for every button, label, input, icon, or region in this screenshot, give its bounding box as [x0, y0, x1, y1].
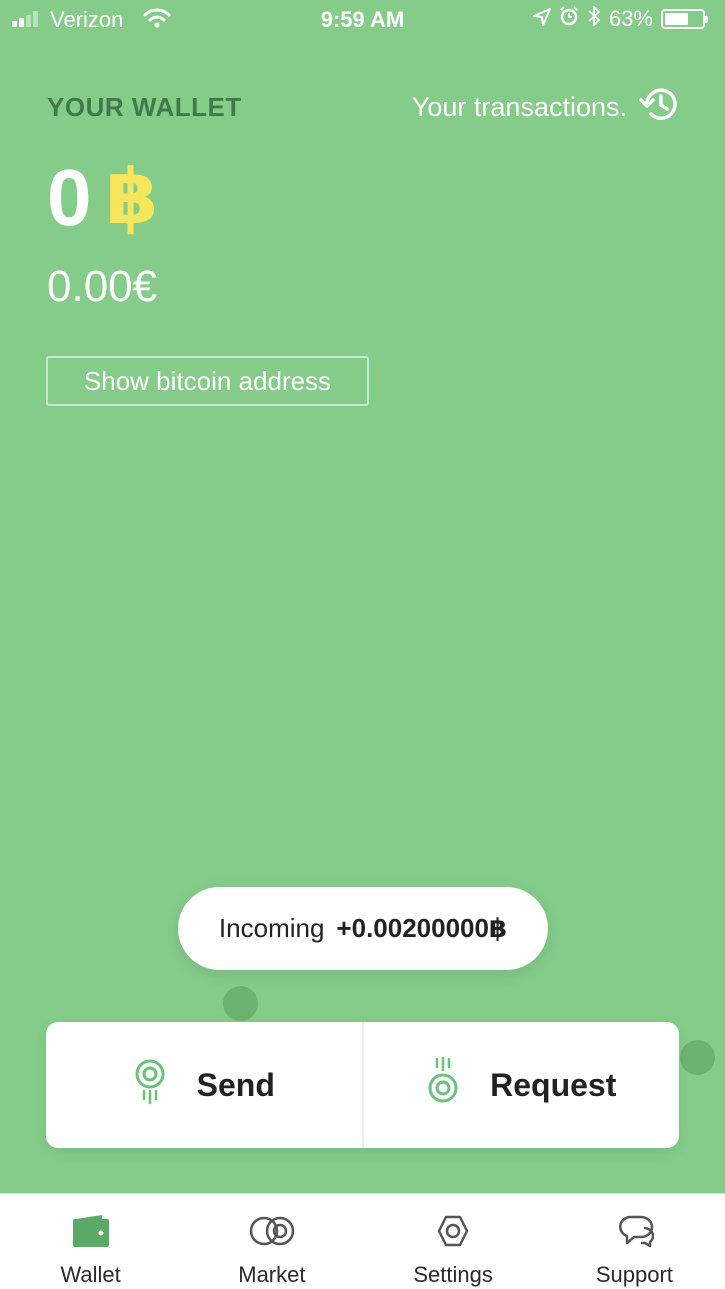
battery-percent: 63% — [608, 6, 653, 31]
action-card: Send Request — [46, 1022, 679, 1148]
transactions-link[interactable]: Your transactions. — [412, 85, 679, 130]
tab-label: Support — [595, 1262, 673, 1287]
balance: 0 ฿ — [47, 158, 158, 238]
support-icon — [614, 1214, 655, 1262]
history-icon — [639, 85, 679, 130]
settings-icon — [436, 1214, 470, 1262]
bitcoin-icon: ฿ — [105, 155, 159, 240]
decorative-dot — [680, 1040, 715, 1075]
tab-support[interactable]: Support — [544, 1194, 725, 1289]
tab-bar: Wallet Market Settings Support — [0, 1193, 725, 1289]
wallet-icon — [72, 1214, 110, 1262]
transactions-link-label: Your transactions. — [411, 92, 627, 122]
fiat-balance: 0.00€ — [47, 262, 158, 311]
tab-label: Settings — [413, 1262, 493, 1287]
tab-wallet[interactable]: Wallet — [0, 1194, 181, 1289]
tab-market[interactable]: Market — [181, 1194, 362, 1289]
incoming-notification[interactable]: Incoming +0.00200000฿ — [178, 887, 548, 970]
decorative-dot — [223, 986, 258, 1021]
bluetooth-icon — [587, 4, 601, 32]
btc-balance: 0 — [47, 153, 92, 242]
send-label: Send — [196, 1066, 275, 1103]
status-bar: Verizon 9:59 AM 63% — [0, 0, 725, 40]
location-icon — [532, 6, 551, 32]
tab-label: Market — [238, 1262, 306, 1287]
show-address-button[interactable]: Show bitcoin address — [46, 356, 369, 406]
send-icon — [133, 1057, 167, 1113]
tab-label: Wallet — [60, 1262, 121, 1287]
tab-settings[interactable]: Settings — [363, 1194, 544, 1289]
page-title: YOUR WALLET — [47, 92, 242, 122]
request-button[interactable]: Request — [361, 1022, 680, 1148]
battery-icon — [661, 9, 708, 29]
send-button[interactable]: Send — [46, 1022, 362, 1148]
incoming-label: Incoming — [218, 913, 325, 943]
alarm-icon — [559, 6, 579, 32]
request-icon — [426, 1056, 460, 1113]
market-icon — [248, 1214, 296, 1262]
request-label: Request — [490, 1066, 617, 1103]
incoming-amount: +0.00200000฿ — [336, 913, 508, 943]
